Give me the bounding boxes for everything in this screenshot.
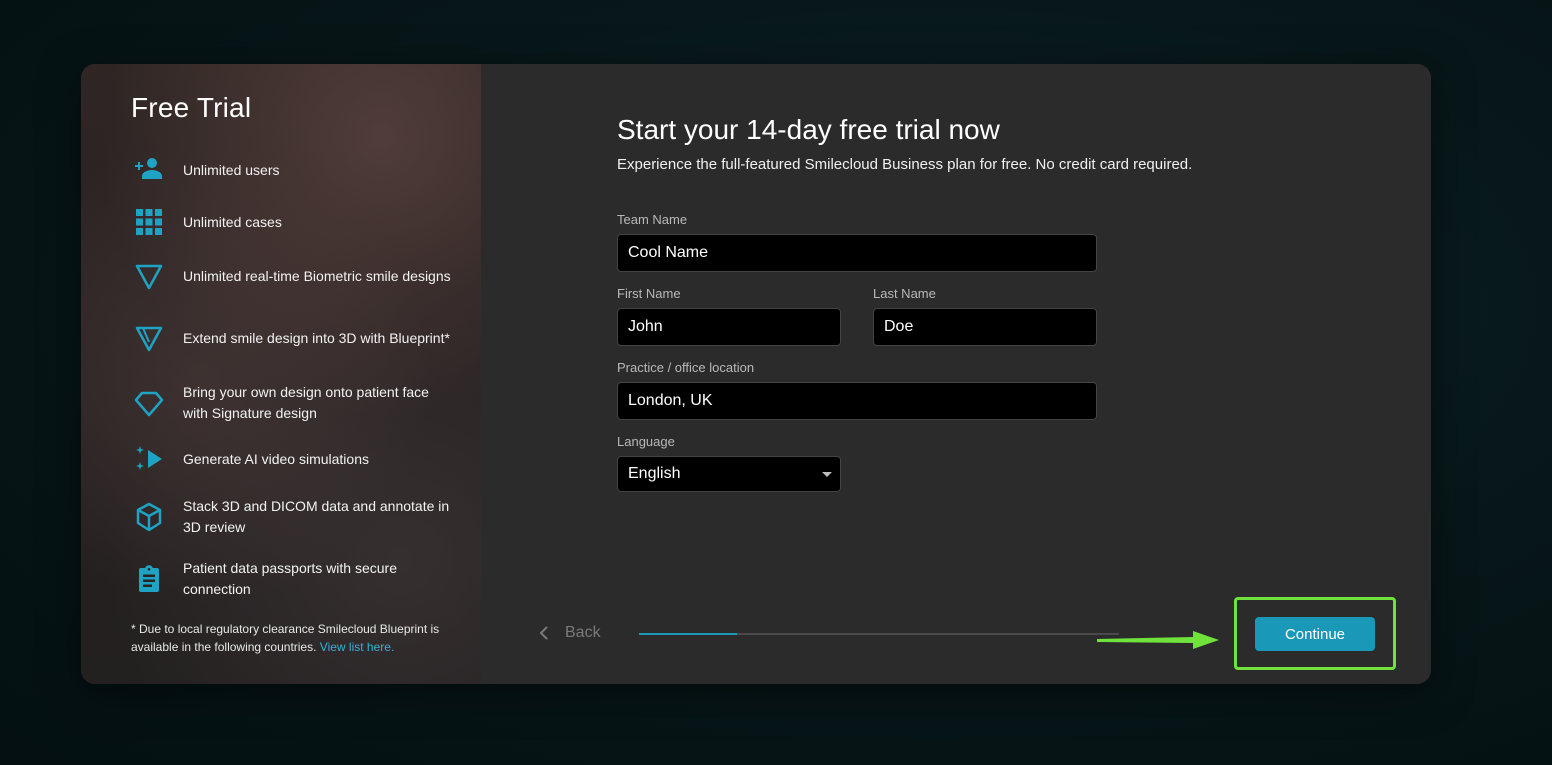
first-name-label: First Name [617, 286, 681, 301]
feature-data-passports: Patient data passports with secure conne… [131, 558, 451, 600]
progress-fill [639, 633, 738, 635]
last-name-label: Last Name [873, 286, 936, 301]
language-label: Language [617, 434, 675, 449]
chevron-left-icon [540, 626, 548, 640]
feature-unlimited-users: Unlimited users [131, 152, 451, 188]
trial-card: Free Trial Unlimited users Unlimited cas… [81, 64, 1431, 684]
sparkle-play-icon [131, 441, 167, 477]
last-name-input[interactable]: Doe [873, 308, 1097, 346]
team-name-label: Team Name [617, 212, 688, 227]
location-label: Practice / office location [617, 360, 755, 375]
cube-icon [131, 499, 167, 535]
triangle-icon [131, 258, 167, 294]
form-subheading: Experience the full-featured Smilecloud … [617, 156, 1193, 173]
form-heading: Start your 14-day free trial now [617, 114, 1000, 145]
add-user-icon [131, 152, 167, 188]
progress-bar [639, 633, 1119, 635]
feature-unlimited-cases: Unlimited cases [131, 204, 451, 240]
feature-label: Unlimited cases [183, 213, 282, 230]
feature-label: Unlimited users [183, 161, 280, 178]
continue-button[interactable]: Continue [1255, 617, 1375, 651]
blueprint-triangle-icon [131, 320, 167, 356]
feature-ai-video: Generate AI video simulations [131, 441, 451, 477]
language-selected-value: English [628, 465, 681, 482]
feature-biometric-designs: Unlimited real-time Biometric smile desi… [131, 258, 451, 294]
back-label: Back [565, 624, 601, 641]
chevron-down-icon [822, 472, 832, 477]
feature-label: Stack 3D and DICOM data and annotate in … [183, 498, 450, 535]
feature-blueprint: Extend smile design into 3D with Bluepri… [131, 320, 451, 356]
features-panel: Free Trial Unlimited users Unlimited cas… [81, 64, 481, 684]
arrow-annotation-icon [1097, 631, 1219, 649]
location-input[interactable]: London, UK [617, 382, 1097, 420]
feature-label: Generate AI video simulations [183, 450, 369, 467]
panel-title: Free Trial [131, 92, 252, 123]
clipboard-icon [131, 561, 167, 597]
back-button[interactable]: Back [537, 624, 601, 642]
team-name-input[interactable]: Cool Name [617, 234, 1097, 272]
signup-form-panel: Start your 14-day free trial now Experie… [481, 64, 1431, 684]
feature-signature-design: Bring your own design onto patient face … [131, 382, 451, 424]
feature-label: Patient data passports with secure conne… [183, 560, 398, 597]
feature-label: Extend smile design into 3D with Bluepri… [183, 329, 450, 346]
grid-icon [131, 204, 167, 240]
language-select[interactable]: English [617, 456, 841, 492]
diamond-icon [131, 385, 167, 421]
feature-label: Unlimited real-time Biometric smile desi… [183, 267, 451, 284]
feature-label: Bring your own design onto patient face … [183, 384, 429, 421]
feature-3d-review: Stack 3D and DICOM data and annotate in … [131, 496, 451, 538]
first-name-input[interactable]: John [617, 308, 841, 346]
view-list-link[interactable]: View list here. [320, 640, 394, 654]
blueprint-footnote: * Due to local regulatory clearance Smil… [131, 620, 451, 656]
